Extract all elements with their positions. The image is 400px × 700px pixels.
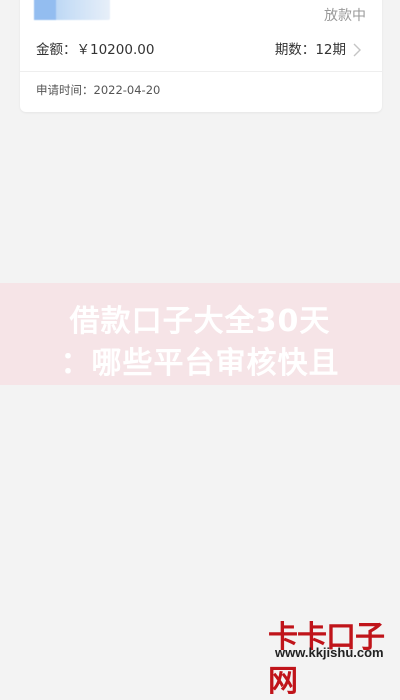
blurred-avatar-icon (34, 0, 110, 20)
amount-value: ￥10200.00 (76, 42, 155, 58)
banner-title-line2: ：哪些平台审核快且 (60, 346, 340, 381)
loan-record-card[interactable]: 放款中 金额：￥10200.00 期数：12期 申请时间：2022-04-20 (20, 0, 382, 112)
term-value: 12期 (315, 42, 346, 58)
loan-summary-row[interactable]: 金额：￥10200.00 期数：12期 (36, 38, 366, 60)
loan-amount: 金额：￥10200.00 (36, 38, 154, 58)
loan-status: 放款中 (324, 8, 366, 24)
apply-time-value: 2022-04-20 (93, 83, 161, 97)
apply-time-label: 申请时间： (36, 83, 94, 97)
term-label: 期数： (274, 42, 316, 58)
amount-label: 金额： (36, 42, 77, 58)
watermark-url: www.kkjishu.com (275, 645, 384, 660)
chevron-right-icon[interactable] (352, 40, 366, 58)
apply-time: 申请时间：2022-04-20 (36, 82, 160, 98)
loan-term: 期数：12期 (275, 38, 346, 58)
banner-title-line1: 借款口子大全30天 (69, 304, 331, 339)
card-divider (20, 71, 382, 72)
